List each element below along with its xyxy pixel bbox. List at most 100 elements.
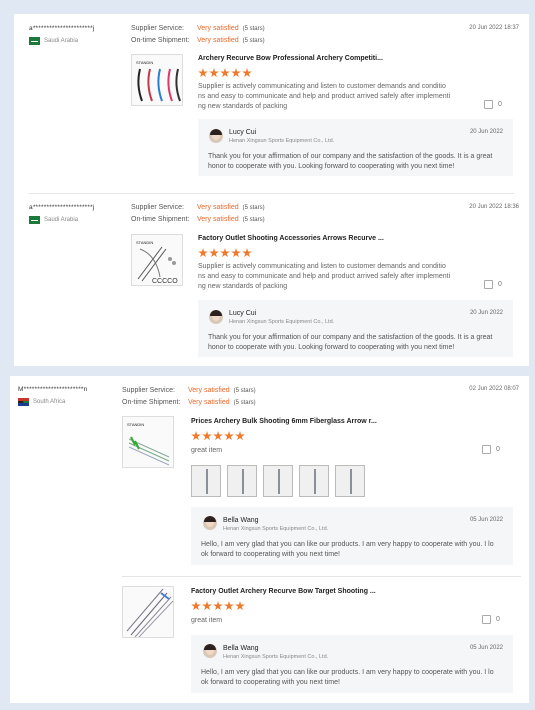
- reviewer-name: M**********************n: [18, 386, 88, 393]
- like-button[interactable]: 0: [482, 615, 500, 624]
- avatar: [203, 644, 217, 658]
- like-count: 0: [498, 101, 502, 108]
- svg-text:STANDIN: STANDIN: [127, 422, 144, 427]
- thumbs-up-icon: [484, 100, 493, 109]
- product-thumbnail[interactable]: STANDIN: [131, 54, 183, 106]
- reply-text-line: ok forward to cooperating with you next …: [201, 679, 340, 686]
- review-text: great item: [191, 447, 223, 454]
- item-divider: [122, 576, 521, 577]
- star-icon: [220, 248, 230, 258]
- star-icon: [224, 601, 234, 611]
- product-rating-stars: [191, 431, 245, 441]
- product-thumbnail[interactable]: [122, 586, 174, 638]
- product-title-link[interactable]: Archery Recurve Bow Professional Archery…: [198, 55, 383, 62]
- svg-text:CCCCO: CCCCO: [152, 278, 178, 285]
- avatar: [209, 310, 223, 324]
- star-icon: [224, 431, 234, 441]
- review-text-line: ns and easy to communicate and help and …: [198, 93, 451, 100]
- fiberglass-arrows-image-icon: STANDIN: [127, 422, 170, 466]
- star-icon: [202, 601, 212, 611]
- like-button[interactable]: 0: [482, 445, 500, 454]
- bow-image-icon: STANDIN: [136, 60, 181, 102]
- svg-text:STANDIN: STANDIN: [136, 60, 153, 65]
- reviewer-name: a**********************j: [29, 25, 95, 32]
- supplier-reply: Lucy Cui Henan Xingsun Sports Equipment …: [198, 119, 513, 176]
- reviews-panel-1: a**********************j Saudi Arabia Su…: [14, 14, 529, 366]
- reply-author: Lucy Cui: [229, 129, 257, 136]
- star-icon: [235, 431, 245, 441]
- reply-text-line: Hello, I am very glad that you can like …: [201, 669, 494, 676]
- product-thumbnail[interactable]: STANDIN CCCCO: [131, 234, 183, 286]
- on-time-shipment-label: On-time Shipment:: [131, 216, 190, 223]
- product-title-link[interactable]: Prices Archery Bulk Shooting 6mm Fibergl…: [191, 418, 377, 425]
- star-icon: [209, 68, 219, 78]
- supplier-service-value: Very satisfied: [188, 387, 230, 394]
- supplier-service-stars: (5 stars): [242, 205, 265, 211]
- product-thumbnail[interactable]: STANDIN: [122, 416, 174, 468]
- reply-author: Bella Wang: [223, 645, 259, 652]
- review-photo[interactable]: [191, 465, 221, 497]
- on-time-shipment-stars: (5 stars): [242, 217, 265, 223]
- country-label: South Africa: [33, 399, 66, 405]
- reviewer-country: Saudi Arabia: [29, 37, 78, 45]
- star-icon: [198, 68, 208, 78]
- product-title-link[interactable]: Factory Outlet Archery Recurve Bow Targe…: [191, 588, 376, 595]
- target-arrows-image-icon: [126, 588, 173, 637]
- on-time-shipment-stars: (5 stars): [242, 38, 265, 44]
- reviewer-name: a**********************j: [29, 204, 95, 211]
- rating-meta: Supplier Service: Very satisfied (5 stars)…: [131, 23, 265, 47]
- reply-text-line: honor to cooperate with you. Looking for…: [208, 344, 455, 351]
- reply-text-line: Hello, I am very glad that you can like …: [201, 541, 494, 548]
- reply-text-line: ok forward to cooperating with you next …: [201, 551, 340, 558]
- reviewer-country: Saudi Arabia: [29, 216, 78, 224]
- supplier-reply: Bella Wang Henan Xingsun Sports Equipmen…: [191, 507, 513, 565]
- review-photo[interactable]: [299, 465, 329, 497]
- review-text-line: ns and easy to communicate and help and …: [198, 273, 451, 280]
- supplier-service-value: Very satisfied: [197, 25, 239, 32]
- review-photo[interactable]: [263, 465, 293, 497]
- supplier-service-label: Supplier Service:: [122, 387, 175, 394]
- on-time-shipment-value: Very satisfied: [197, 37, 239, 44]
- review-photo[interactable]: [227, 465, 257, 497]
- reply-company: Henan Xingsun Sports Equipment Co., Ltd.: [223, 526, 329, 532]
- supplier-service-value: Very satisfied: [197, 204, 239, 211]
- product-title-link[interactable]: Factory Outlet Shooting Accessories Arro…: [198, 235, 384, 242]
- thumbs-up-icon: [482, 615, 491, 624]
- on-time-shipment-label: On-time Shipment:: [122, 399, 181, 406]
- south-africa-flag-icon: [18, 398, 29, 406]
- reply-text-line: Thank you for your affirmation of our co…: [208, 334, 493, 341]
- star-icon: [231, 68, 241, 78]
- review-photo[interactable]: [335, 465, 365, 497]
- star-icon: [191, 431, 201, 441]
- like-button[interactable]: 0: [484, 280, 502, 289]
- supplier-service-stars: (5 stars): [233, 388, 256, 394]
- star-icon: [213, 431, 223, 441]
- on-time-shipment-value: Very satisfied: [197, 216, 239, 223]
- reply-text: Thank you for your affirmation of our co…: [208, 333, 492, 353]
- like-button[interactable]: 0: [484, 100, 502, 109]
- saudi-arabia-flag-icon: [29, 37, 40, 45]
- rating-meta: Supplier Service: Very satisfied (5 stars)…: [122, 385, 256, 409]
- country-label: Saudi Arabia: [44, 38, 79, 44]
- rating-meta: Supplier Service: Very satisfied (5 stars)…: [131, 202, 265, 226]
- star-icon: [235, 601, 245, 611]
- star-icon: [198, 248, 208, 258]
- thumbs-up-icon: [484, 280, 493, 289]
- like-count: 0: [496, 616, 500, 623]
- reply-text-line: Thank you for your affirmation of our co…: [208, 153, 493, 160]
- like-count: 0: [498, 281, 502, 288]
- star-icon: [213, 601, 223, 611]
- review-card: a**********************j Saudi Arabia Su…: [14, 194, 529, 366]
- reply-date: 05 Jun 2022: [469, 645, 503, 651]
- review-date: 20 Jun 2022 18:36: [469, 204, 519, 210]
- supplier-reply: Bella Wang Henan Xingsun Sports Equipmen…: [191, 635, 513, 693]
- reply-date: 05 Jun 2022: [469, 517, 503, 523]
- reply-text: Thank you for your affirmation of our co…: [208, 152, 492, 172]
- product-rating-stars: [191, 601, 245, 611]
- reply-company: Henan Xingsun Sports Equipment Co., Ltd.: [223, 654, 329, 660]
- on-time-shipment-label: On-time Shipment:: [131, 37, 190, 44]
- review-text-line: ng new standards of packing: [198, 283, 288, 290]
- like-count: 0: [496, 446, 500, 453]
- star-icon: [191, 601, 201, 611]
- on-time-shipment-value: Very satisfied: [188, 399, 230, 406]
